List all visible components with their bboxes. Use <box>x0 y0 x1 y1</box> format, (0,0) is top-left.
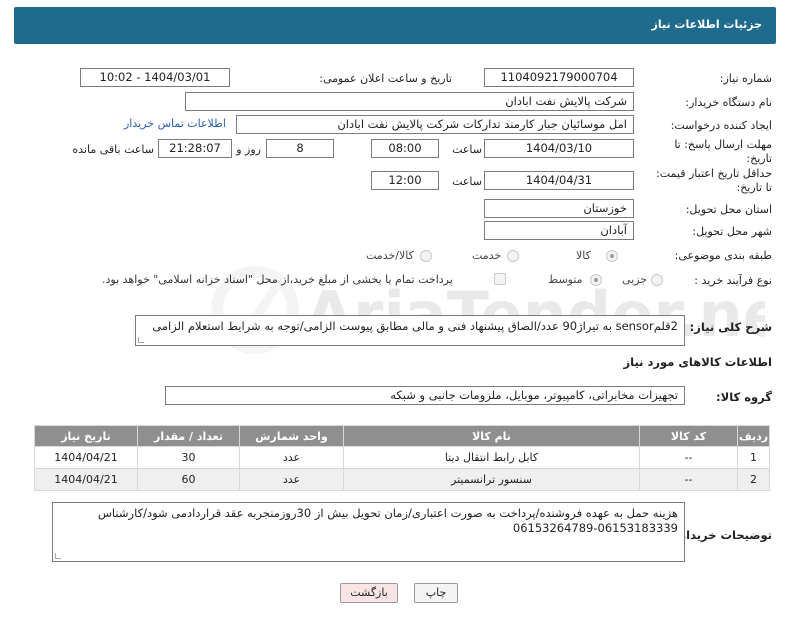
category-goods-label: کالا <box>576 249 591 262</box>
row-date: 1404/04/21 <box>34 446 138 469</box>
col-unit: واحد شمارش <box>239 425 344 447</box>
deadline-label-2: تاریخ: <box>746 152 772 165</box>
buyer-notes-textarea[interactable]: هزینه حمل به عهده فروشنده/پرداخت به صورت… <box>52 502 685 562</box>
need-number-field[interactable]: 1104092179000704 <box>484 68 634 87</box>
goods-group-field[interactable]: تجهیزات مخابراتی، کامپیوتر، موبایل، ملزو… <box>165 386 685 405</box>
row-code: -- <box>639 446 738 469</box>
row-qty: 30 <box>137 446 240 469</box>
col-date: تاریخ نیاز <box>34 425 138 447</box>
category-both-label: کالا/خدمت <box>366 249 414 262</box>
validity-time-label: ساعت <box>452 175 482 188</box>
province-field[interactable]: خوزستان <box>484 199 634 218</box>
buyer-org-label: نام دستگاه خریدار: <box>685 96 772 109</box>
announce-label: تاریخ و ساعت اعلان عمومی: <box>319 72 452 85</box>
remaining-time-field[interactable]: 21:28:07 <box>158 139 232 158</box>
row-name: سنسور ترانسمیتر <box>343 468 640 491</box>
col-name: نام کالا <box>343 425 640 447</box>
buyer-org-field[interactable]: شرکت پالایش نفت ابادان <box>185 92 634 111</box>
goods-group-label: گروه کالا: <box>716 390 772 404</box>
province-label: استان محل تحویل: <box>685 203 772 216</box>
process-medium-label: متوسط <box>548 273 583 286</box>
days-field[interactable]: 8 <box>266 139 334 158</box>
announce-field[interactable]: 1404/03/01 - 10:02 <box>80 68 230 87</box>
buyer-notes-line-2: 06153264789-06153183339 <box>512 521 678 535</box>
col-qty: تعداد / مقدار <box>137 425 240 447</box>
treasury-checkbox[interactable] <box>494 273 506 285</box>
deadline-time-field[interactable]: 08:00 <box>371 139 439 158</box>
need-number-label: شماره نیاز: <box>719 72 772 85</box>
page-header: جزئیات اطلاعات نیاز <box>14 7 776 44</box>
days-label: روز و <box>236 143 261 156</box>
description-label: شرح کلی نیاز: <box>689 320 772 334</box>
row-unit: عدد <box>239 446 344 469</box>
city-label: شهر محل تحویل: <box>692 225 772 238</box>
table-row[interactable]: 1 -- کابل رابط انتقال دیتا عدد 30 1404/0… <box>34 446 770 469</box>
category-radio-both[interactable] <box>420 250 432 262</box>
description-text: 2قلمsensor به تیراژ90 عدد/الصاق پیشنهاد … <box>152 319 678 333</box>
city-field[interactable]: آبادان <box>484 221 634 240</box>
validity-date-field[interactable]: 1404/04/31 <box>484 171 634 190</box>
page-title: جزئیات اطلاعات نیاز <box>651 18 763 31</box>
row-date: 1404/04/21 <box>34 468 138 491</box>
creator-label: ایجاد کننده درخواست: <box>670 119 772 132</box>
resize-handle[interactable] <box>55 553 61 559</box>
validity-time-field[interactable]: 12:00 <box>371 171 439 190</box>
goods-table: ردیف کد کالا نام کالا واحد شمارش تعداد /… <box>34 425 770 491</box>
deadline-label: مهلت ارسال پاسخ: تا <box>674 138 772 151</box>
remaining-label: ساعت باقی مانده <box>72 143 154 156</box>
process-radio-minor[interactable] <box>651 274 663 286</box>
process-minor-label: جزیی <box>622 273 648 286</box>
resize-handle[interactable] <box>138 337 144 343</box>
category-radio-service[interactable] <box>507 250 519 262</box>
row-name: کابل رابط انتقال دیتا <box>343 446 640 469</box>
description-textarea[interactable]: 2قلمsensor به تیراژ90 عدد/الصاق پیشنهاد … <box>135 315 685 346</box>
category-label: طبقه بندی موضوعی: <box>674 249 772 262</box>
table-header-row: ردیف کد کالا نام کالا واحد شمارش تعداد /… <box>34 425 770 447</box>
goods-section-title: اطلاعات کالاهای مورد نیاز <box>623 355 772 369</box>
table-row[interactable]: 2 -- سنسور ترانسمیتر عدد 60 1404/04/21 <box>34 468 770 491</box>
deadline-date-field[interactable]: 1404/03/10 <box>484 139 634 158</box>
row-qty: 60 <box>137 468 240 491</box>
validity-label: حداقل تاریخ اعتبار قیمت: <box>656 167 772 180</box>
print-button[interactable]: چاپ <box>414 583 458 603</box>
process-label: نوع فرآیند خرید : <box>694 274 772 287</box>
row-unit: عدد <box>239 468 344 491</box>
process-radio-medium[interactable] <box>590 274 602 286</box>
back-button[interactable]: بازگشت <box>340 583 398 603</box>
row-code: -- <box>639 468 738 491</box>
category-service-label: خدمت <box>472 249 502 262</box>
validity-label-2: تا تاریخ: <box>736 181 772 194</box>
buyer-contact-link[interactable]: اطلاعات تماس خریدار <box>124 117 226 130</box>
col-index: ردیف <box>737 425 770 447</box>
col-code: کد کالا <box>639 425 738 447</box>
row-index: 1 <box>737 446 770 469</box>
deadline-time-label: ساعت <box>452 143 482 156</box>
treasury-note: پرداخت تمام یا بخشی از مبلغ خرید،از محل … <box>102 273 453 286</box>
buyer-notes-line-1: هزینه حمل به عهده فروشنده/پرداخت به صورت… <box>97 506 678 520</box>
buyer-notes-label: توضیحات خریدار: <box>674 528 772 542</box>
category-radio-goods[interactable] <box>606 250 618 262</box>
creator-field[interactable]: امل موسائیان جبار کارمند تدارکات شرکت پا… <box>236 115 634 134</box>
row-index: 2 <box>737 468 770 491</box>
